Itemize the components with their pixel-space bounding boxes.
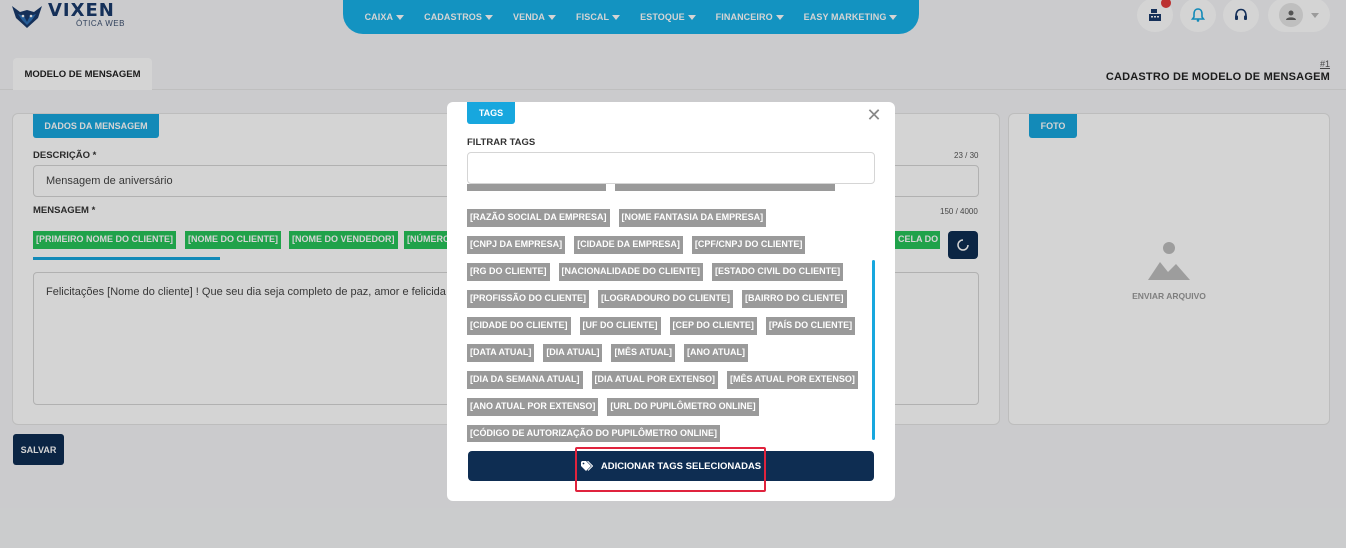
tag-item[interactable]: [BAIRRO DO CLIENTE] <box>742 290 847 308</box>
tag-item[interactable]: [URL DO PUPILÔMETRO ONLINE] <box>607 398 759 416</box>
tag-row: [DATA ATUAL] [DIA ATUAL] [MÊS ATUAL] [AN… <box>467 344 748 362</box>
tag-icon <box>580 461 593 471</box>
modal-title: TAGS <box>467 102 515 124</box>
tag-item[interactable]: [RAZÃO SOCIAL DA EMPRESA] <box>467 209 610 227</box>
tag-row: [CNPJ DA EMPRESA] [CIDADE DA EMPRESA] [C… <box>467 236 806 254</box>
tag-row: [RG DO CLIENTE] [NACIONALIDADE DO CLIENT… <box>467 263 844 281</box>
tag-item[interactable]: [ANO ATUAL POR EXTENSO] <box>467 398 599 416</box>
tag-item[interactable]: [LOGRADOURO DO CLIENTE] <box>598 290 734 308</box>
close-icon[interactable]: ✕ <box>863 104 885 126</box>
add-selected-tags-label: ADICIONAR TAGS SELECIONADAS <box>600 460 762 472</box>
tag-list-scrollbar[interactable] <box>872 260 875 440</box>
tag-item[interactable]: [ESTADO CIVIL DO CLIENTE] <box>712 263 844 281</box>
tag-row: [DIA DA SEMANA ATUAL] [DIA ATUAL POR EXT… <box>467 371 858 389</box>
filter-tags-input[interactable] <box>467 152 875 184</box>
tag-item[interactable]: [NACIONALIDADE DO CLIENTE] <box>558 263 703 281</box>
tag-item[interactable]: [RG DO CLIENTE] <box>467 263 550 281</box>
tag-row: [CIDADE DO CLIENTE] [UF DO CLIENTE] [CEP… <box>467 317 856 335</box>
tag-item[interactable]: [CNPJ DA EMPRESA] <box>467 236 566 254</box>
tag-row: [PROFISSÃO DO CLIENTE] [LOGRADOURO DO CL… <box>467 290 847 308</box>
tag-item[interactable]: [PAÍS DO CLIENTE] <box>765 317 856 335</box>
tag-list: [RAZÃO SOCIAL DA EMPRESA] [NOME FANTASIA… <box>467 184 871 442</box>
tag-item[interactable]: [CIDADE DO CLIENTE] <box>467 317 571 335</box>
tag-item[interactable]: [PROFISSÃO DO CLIENTE] <box>467 290 590 308</box>
tag-item[interactable]: [CPF/CNPJ DO CLIENTE] <box>691 236 806 254</box>
tag-item[interactable]: [MÊS ATUAL POR EXTENSO] <box>727 371 858 389</box>
tag-item[interactable]: [NOME FANTASIA DA EMPRESA] <box>618 209 767 227</box>
tag-item[interactable] <box>615 184 835 191</box>
tag-row-cut <box>467 184 835 191</box>
add-selected-tags-button[interactable]: ADICIONAR TAGS SELECIONADAS <box>468 451 874 481</box>
tag-item[interactable]: [MÊS ATUAL] <box>611 344 675 362</box>
tag-item[interactable] <box>467 184 606 191</box>
tag-item[interactable]: [DIA ATUAL] <box>543 344 603 362</box>
tag-item[interactable]: [CÓDIGO DE AUTORIZAÇÃO DO PUPILÔMETRO ON… <box>467 425 720 442</box>
tag-item[interactable]: [DIA DA SEMANA ATUAL] <box>467 371 583 389</box>
tags-modal: TAGS ✕ FILTRAR TAGS [RAZÃO SOCIAL DA EMP… <box>447 102 895 501</box>
tag-row: [CÓDIGO DE AUTORIZAÇÃO DO PUPILÔMETRO ON… <box>467 425 720 442</box>
tag-row: [RAZÃO SOCIAL DA EMPRESA] [NOME FANTASIA… <box>467 209 767 227</box>
tag-row: [ANO ATUAL POR EXTENSO] [URL DO PUPILÔME… <box>467 398 759 416</box>
tag-item[interactable]: [CIDADE DA EMPRESA] <box>574 236 683 254</box>
tag-item[interactable]: [UF DO CLIENTE] <box>579 317 661 335</box>
tag-item[interactable]: [DIA ATUAL POR EXTENSO] <box>591 371 719 389</box>
tag-item[interactable]: [CEP DO CLIENTE] <box>669 317 757 335</box>
tag-item[interactable]: [ANO ATUAL] <box>683 344 748 362</box>
tag-item[interactable]: [DATA ATUAL] <box>467 344 535 362</box>
filter-tags-label: FILTRAR TAGS <box>467 137 536 148</box>
